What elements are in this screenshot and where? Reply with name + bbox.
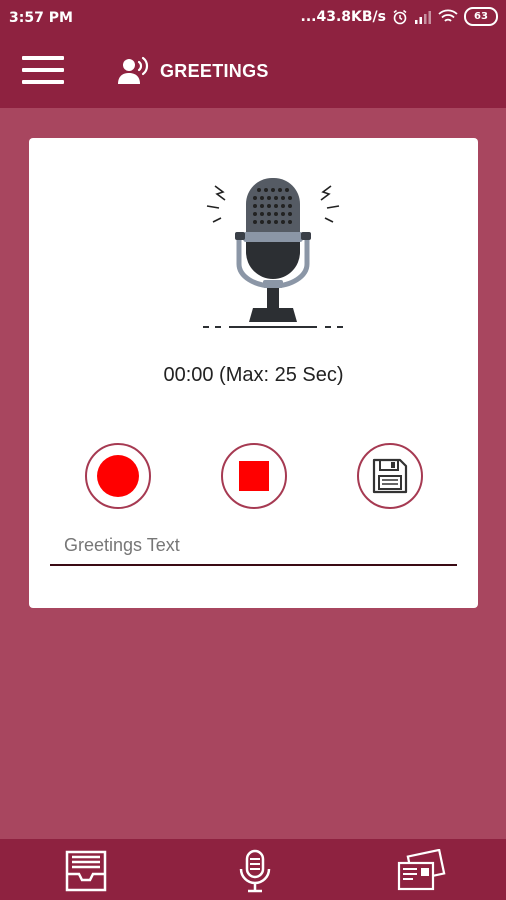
record-button[interactable]: [85, 443, 151, 509]
speaking-person-icon: [118, 56, 149, 84]
wifi-icon: [438, 9, 458, 22]
recorder-card: 00:00 (Max: 25 Sec): [29, 138, 478, 608]
alarm-icon: [393, 9, 407, 24]
save-button[interactable]: [357, 443, 423, 509]
studio-microphone-icon: [203, 178, 343, 328]
stop-button[interactable]: [221, 443, 287, 509]
battery-indicator: 63: [464, 7, 498, 26]
page-title: GREETINGS: [160, 61, 269, 81]
greeting-cards-icon[interactable]: [396, 849, 446, 893]
hamburger-menu-icon[interactable]: [22, 56, 64, 88]
stop-icon: [239, 461, 269, 491]
recording-timer: 00:00 (Max: 25 Sec): [163, 364, 344, 386]
status-indicators: ...43.8KB/s 63: [301, 7, 498, 26]
floppy-save-icon: [372, 458, 408, 494]
signal-icon: [415, 10, 431, 24]
status-time: 3:57 PM: [9, 10, 73, 26]
bottom-nav: [0, 839, 506, 900]
greetings-text-input[interactable]: [50, 528, 457, 566]
network-speed: ...43.8KB/s: [300, 8, 386, 25]
record-icon: [97, 455, 139, 497]
inbox-tray-icon[interactable]: [62, 849, 112, 893]
microphone-icon[interactable]: [230, 849, 280, 893]
app-bar: GREETINGS: [0, 36, 506, 108]
status-bar: 3:57 PM ...43.8KB/s 63: [0, 0, 506, 36]
